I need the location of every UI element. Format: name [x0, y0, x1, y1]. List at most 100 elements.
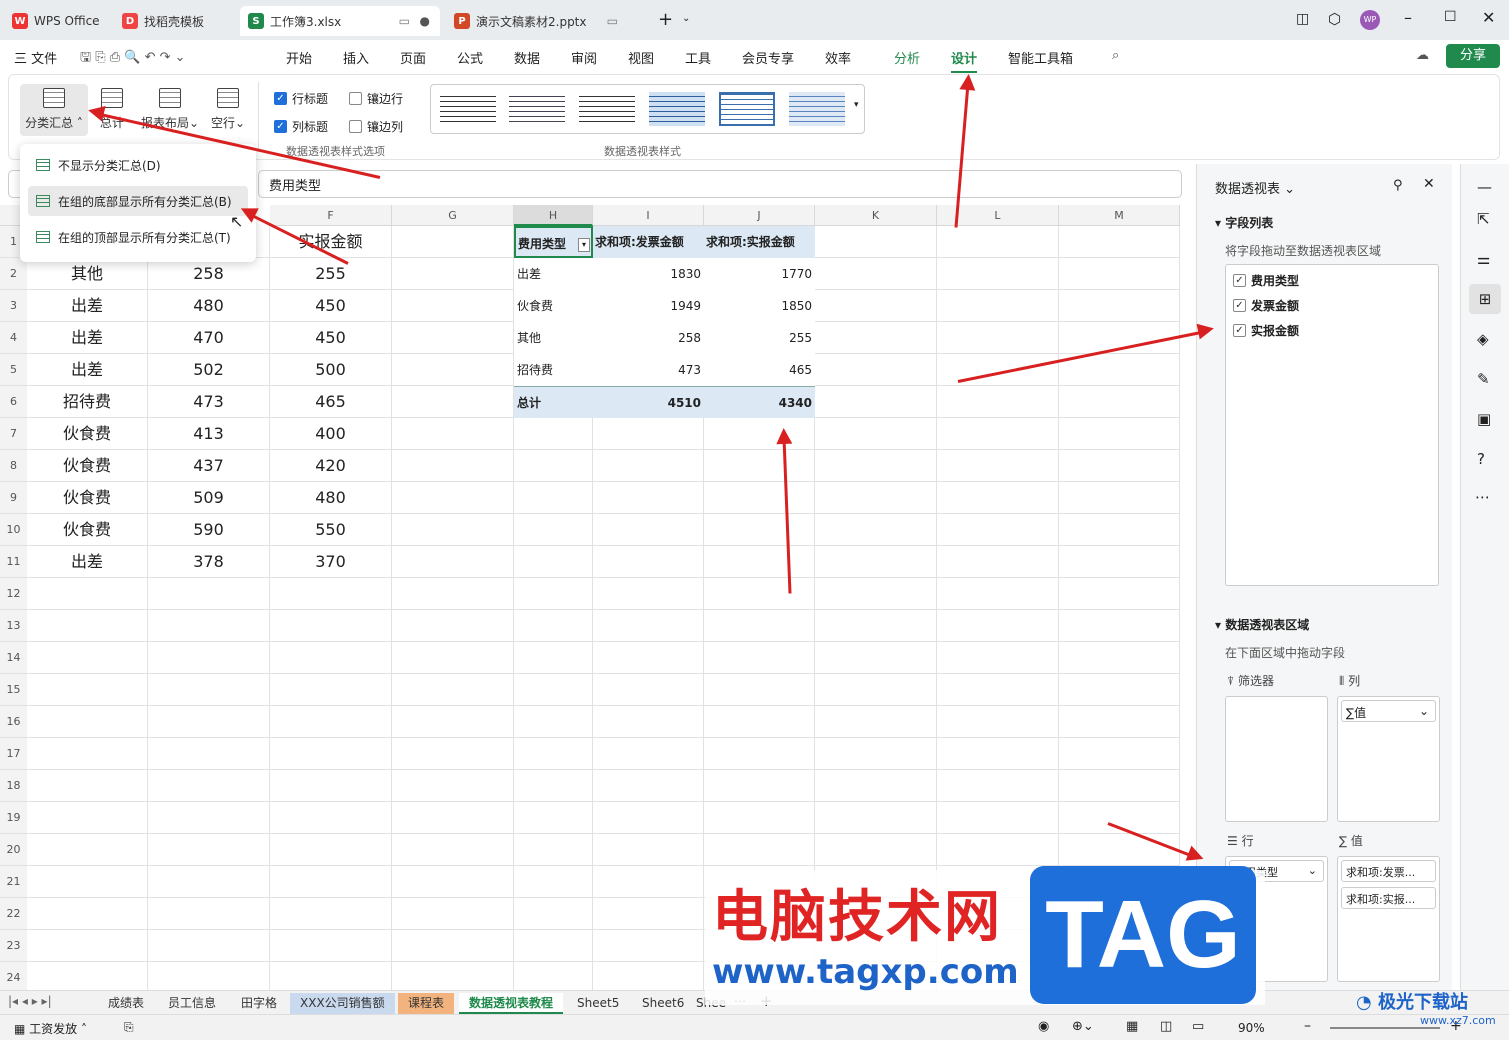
cell[interactable] — [514, 514, 593, 546]
menu-formula[interactable]: 公式 — [457, 48, 483, 67]
cell[interactable]: 伙食费 — [27, 450, 148, 482]
cell[interactable] — [704, 642, 815, 674]
cell[interactable] — [704, 834, 815, 866]
pivot-cell[interactable]: 473 — [593, 354, 704, 386]
cell[interactable] — [392, 610, 514, 642]
cell[interactable]: 590 — [148, 514, 270, 546]
cell[interactable] — [593, 898, 704, 930]
cell[interactable] — [270, 674, 392, 706]
cell[interactable]: 370 — [270, 546, 392, 578]
cell[interactable] — [27, 898, 148, 930]
chart-icon[interactable]: ◈ — [1477, 330, 1489, 348]
cell[interactable] — [815, 578, 937, 610]
cell[interactable] — [593, 738, 704, 770]
sheet-nav-icons[interactable]: |◂ ◂ ▸ ▸| — [8, 994, 52, 1008]
pivot-total-cell[interactable]: 总计 — [514, 386, 593, 418]
subtotal-bottom-option[interactable]: 在组的底部显示所有分类汇总(B) — [28, 186, 248, 216]
cell[interactable] — [815, 226, 937, 258]
row-header[interactable]: 13 — [0, 610, 27, 642]
row-header[interactable]: 5 — [0, 354, 27, 386]
cell[interactable] — [937, 834, 1059, 866]
cell[interactable] — [514, 962, 593, 990]
page-break-icon[interactable]: ▭ — [1192, 1019, 1204, 1034]
cell[interactable] — [593, 514, 704, 546]
cell[interactable]: 伙食费 — [27, 482, 148, 514]
cell[interactable]: 473 — [148, 386, 270, 418]
column-header[interactable]: G — [392, 205, 514, 226]
row-header[interactable]: 22 — [0, 898, 27, 930]
cell[interactable] — [27, 770, 148, 802]
cell[interactable] — [937, 418, 1059, 450]
cell[interactable] — [514, 674, 593, 706]
row-header[interactable]: 21 — [0, 866, 27, 898]
row-header[interactable]: 2 — [0, 258, 27, 290]
cell[interactable] — [815, 322, 937, 354]
cell[interactable] — [392, 514, 514, 546]
cell[interactable]: 出差 — [27, 546, 148, 578]
pivot-icon[interactable]: ⊞ — [1469, 284, 1501, 314]
row-header[interactable]: 10 — [0, 514, 27, 546]
cell[interactable]: 465 — [270, 386, 392, 418]
cell[interactable] — [392, 770, 514, 802]
cell[interactable] — [815, 738, 937, 770]
column-header[interactable]: F — [270, 205, 392, 226]
cell[interactable] — [148, 866, 270, 898]
share-button[interactable]: 分享 — [1446, 44, 1500, 68]
avatar[interactable]: WP — [1360, 10, 1380, 30]
more-icon[interactable]: ⋯ — [1475, 488, 1490, 506]
row-header[interactable]: 8 — [0, 450, 27, 482]
pivot-cell[interactable]: 465 — [704, 354, 815, 386]
record-icon[interactable]: ⎘ — [124, 1020, 134, 1035]
cell[interactable] — [514, 642, 593, 674]
pivot-total-cell[interactable]: 4340 — [704, 386, 815, 418]
tab-wps-office[interactable]: W WPS Office — [4, 6, 108, 36]
pivot-cell[interactable]: 伙食费 — [514, 290, 593, 322]
cell[interactable] — [27, 674, 148, 706]
cell[interactable] — [815, 546, 937, 578]
pivot-style-5[interactable] — [719, 92, 775, 126]
menu-view[interactable]: 视图 — [628, 48, 654, 67]
collapse-icon[interactable]: — — [1477, 178, 1492, 196]
cell[interactable] — [27, 962, 148, 990]
row-header-checkbox[interactable]: ✓ 行标题 — [274, 90, 328, 107]
cell[interactable]: 413 — [148, 418, 270, 450]
cell[interactable] — [270, 610, 392, 642]
cell[interactable]: 480 — [270, 482, 392, 514]
cell[interactable]: 437 — [148, 450, 270, 482]
column-header[interactable]: H — [514, 205, 593, 226]
cell[interactable] — [1059, 738, 1180, 770]
cell[interactable] — [148, 770, 270, 802]
cell[interactable] — [593, 930, 704, 962]
row-header[interactable]: 15 — [0, 674, 27, 706]
pivot-cell[interactable]: 招待费 — [514, 354, 593, 386]
cell[interactable] — [937, 290, 1059, 322]
cell[interactable]: 255 — [270, 258, 392, 290]
cell[interactable] — [593, 770, 704, 802]
cell[interactable] — [593, 674, 704, 706]
pivot-cell[interactable]: 1949 — [593, 290, 704, 322]
cell[interactable]: 出差 — [27, 322, 148, 354]
menu-design[interactable]: 设计 — [951, 48, 978, 73]
cell[interactable]: 378 — [148, 546, 270, 578]
zoom-level[interactable]: 90% — [1238, 1021, 1265, 1035]
cell[interactable] — [148, 930, 270, 962]
cell[interactable] — [270, 962, 392, 990]
cell[interactable] — [1059, 386, 1180, 418]
cell[interactable] — [514, 930, 593, 962]
pivot-style-4[interactable] — [649, 92, 705, 126]
filter-area[interactable] — [1225, 696, 1328, 822]
close-icon[interactable]: ✕ — [1423, 176, 1435, 192]
sheet-tab[interactable]: Sheet6 — [632, 993, 694, 1014]
pin-icon[interactable]: ⚲ — [1393, 178, 1403, 193]
menu-page[interactable]: 页面 — [400, 48, 426, 67]
cell[interactable] — [815, 354, 937, 386]
pivot-cell[interactable]: 出差 — [514, 258, 593, 290]
cell[interactable] — [937, 450, 1059, 482]
chevron-down-icon[interactable]: ⌄ — [682, 13, 690, 24]
cell[interactable] — [148, 738, 270, 770]
cell[interactable] — [514, 898, 593, 930]
field-reimbursed-amount[interactable]: ✓ 实报金额 — [1233, 322, 1299, 339]
cell[interactable] — [937, 802, 1059, 834]
cell[interactable] — [593, 834, 704, 866]
row-header[interactable]: 6 — [0, 386, 27, 418]
